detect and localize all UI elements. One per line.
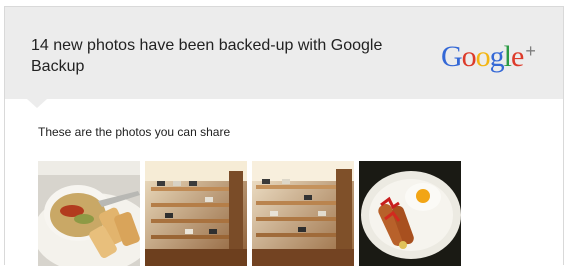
logo-letter-g: G (441, 40, 463, 73)
photos-subtitle: These are the photos you can share (38, 125, 231, 139)
card-header: 14 new photos have been backed-up with G… (5, 7, 563, 99)
notification-card: 14 new photos have been backed-up with G… (4, 6, 564, 266)
photo-thumbnail-shelves-alt[interactable] (252, 161, 354, 266)
logo-plus: + (525, 41, 535, 61)
photo-thumbnail-soup[interactable] (38, 161, 140, 266)
logo-letter-e: e (511, 40, 524, 73)
header-notch (27, 99, 47, 108)
page-title: 14 new photos have been backed-up with G… (31, 37, 383, 75)
logo-letter-o2: o (475, 40, 491, 73)
google-plus-logo[interactable]: Google + (441, 33, 536, 75)
logo-letter-g2: g (489, 40, 505, 73)
logo-letter-l: l (503, 40, 512, 73)
photo-thumbnail-shelves[interactable] (145, 161, 247, 266)
photo-thumbnail-egg[interactable] (359, 161, 461, 266)
logo-letter-o1: o (461, 40, 477, 73)
photo-strip (38, 161, 461, 266)
